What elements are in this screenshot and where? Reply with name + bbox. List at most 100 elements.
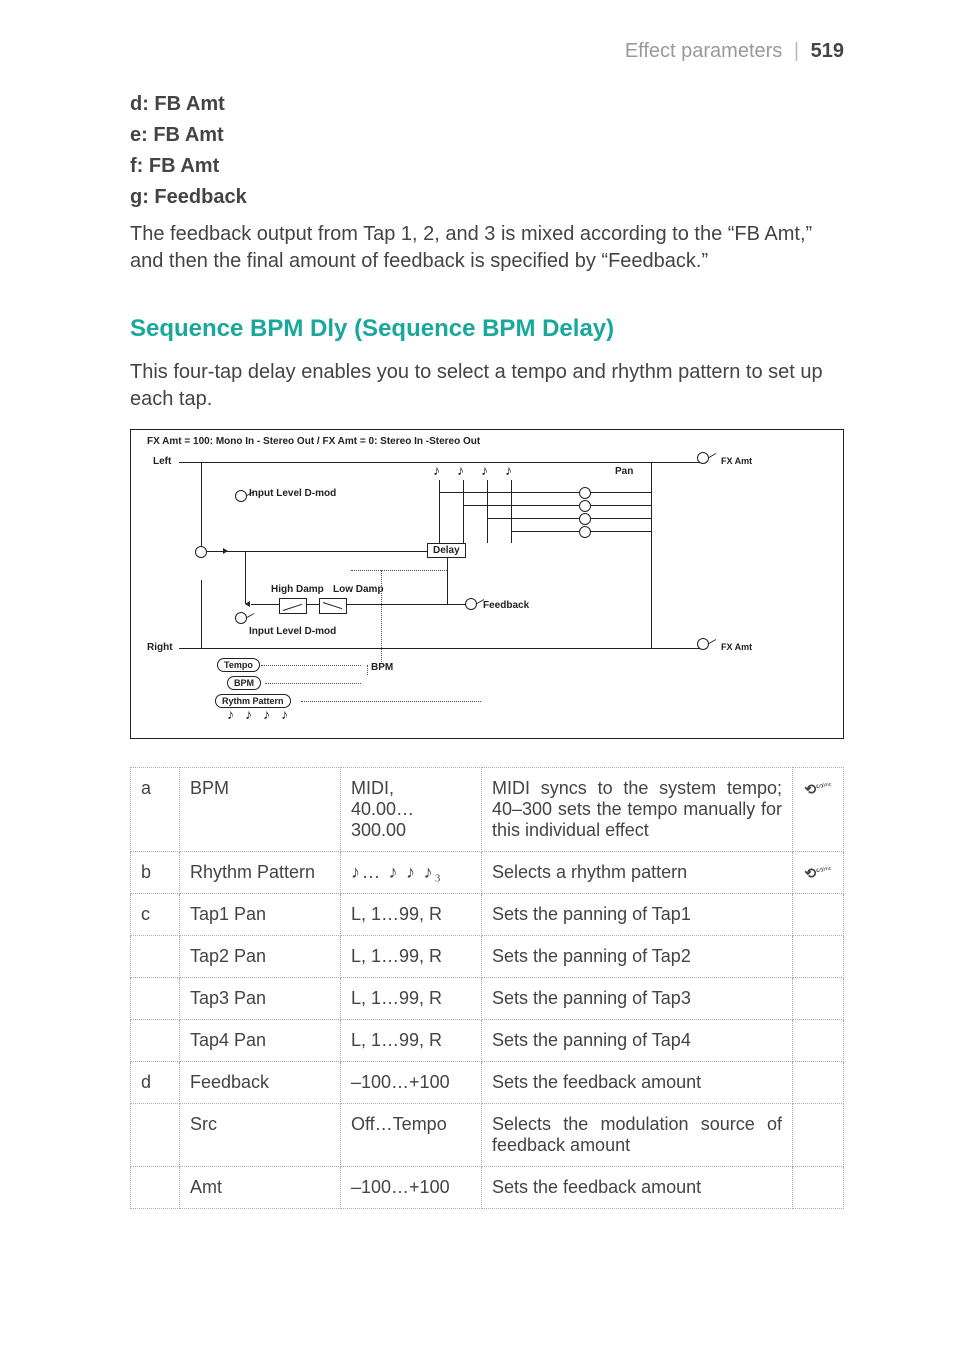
pan-knob-2-icon (579, 500, 591, 512)
tempo-sync-icon (804, 781, 831, 798)
table-row: aBPMMIDI,40.00…300.00MIDI syncs to the s… (131, 768, 844, 852)
row-desc: MIDI syncs to the system tempo; 40–300 s… (482, 768, 793, 852)
left-label: Left (153, 456, 171, 467)
section-paragraph: This four-tap delay enables you to selec… (130, 359, 844, 413)
row-icon-cell (793, 978, 844, 1020)
input-level-label-2: Input Level D-mod (249, 626, 336, 637)
header-separator: | (794, 40, 799, 62)
row-name: Amt (180, 1167, 341, 1209)
tempo-sync-icon (804, 865, 831, 882)
row-range: L, 1…99, R (341, 936, 482, 978)
high-damp-shape-icon (279, 598, 307, 614)
row-desc: Selects the modulation source of feedbac… (482, 1104, 793, 1167)
note-3-icon: ♪ (481, 464, 488, 480)
bpm-pill: BPM (227, 676, 261, 690)
input-level-label-1: Input Level D-mod (249, 488, 336, 499)
row-desc: Sets the panning of Tap2 (482, 936, 793, 978)
note-1-icon: ♪ (433, 464, 440, 480)
table-row: Amt–100…+100Sets the feedback amount (131, 1167, 844, 1209)
feedback-knob-icon (465, 598, 477, 610)
row-range: L, 1…99, R (341, 978, 482, 1020)
section-name: Effect parameters (625, 40, 782, 62)
rhythm-pill: Rythm Pattern (215, 694, 291, 708)
row-range: –100…+100 (341, 1062, 482, 1104)
input-level-knob-icon-2 (235, 612, 247, 624)
signal-flow-diagram: FX Amt = 100: Mono In - Stereo Out / FX … (130, 429, 844, 739)
row-icon-cell (793, 1062, 844, 1104)
row-name: Src (180, 1104, 341, 1167)
table-row: Tap2 PanL, 1…99, RSets the panning of Ta… (131, 936, 844, 978)
table-row: cTap1 PanL, 1…99, RSets the panning of T… (131, 894, 844, 936)
row-desc: Sets the feedback amount (482, 1167, 793, 1209)
note-2-icon: ♪ (457, 464, 464, 480)
row-letter: c (131, 894, 180, 936)
param-heading-e: e: FB Amt (130, 124, 844, 147)
right-label: Right (147, 642, 173, 653)
row-letter: b (131, 852, 180, 894)
row-name: Feedback (180, 1062, 341, 1104)
row-letter (131, 1104, 180, 1167)
page-number: 519 (811, 40, 844, 62)
param-heading-d: d: FB Amt (130, 93, 844, 116)
param-heading-f: f: FB Amt (130, 155, 844, 178)
row-range: –100…+100 (341, 1167, 482, 1209)
fx-amt-knob-top-icon (697, 452, 709, 464)
pan-knob-3-icon (579, 513, 591, 525)
row-name: BPM (180, 768, 341, 852)
row-icon-cell (793, 936, 844, 978)
sum-node-icon (195, 546, 207, 558)
feedback-label: Feedback (483, 600, 529, 611)
table-row: SrcOff…TempoSelects the modulation sourc… (131, 1104, 844, 1167)
row-desc: Sets the panning of Tap1 (482, 894, 793, 936)
row-letter (131, 1167, 180, 1209)
fx-amt-label-bottom: FX Amt (721, 642, 752, 652)
row-range: L, 1…99, R (341, 1020, 482, 1062)
row-icon-cell (793, 1167, 844, 1209)
row-letter: a (131, 768, 180, 852)
section-title: Sequence BPM Dly (Sequence BPM Delay) (130, 315, 844, 343)
row-letter (131, 1020, 180, 1062)
row-letter: d (131, 1062, 180, 1104)
row-range: L, 1…99, R (341, 894, 482, 936)
table-row: Tap4 PanL, 1…99, RSets the panning of Ta… (131, 1020, 844, 1062)
low-damp-label: Low Damp (333, 584, 384, 595)
row-letter (131, 936, 180, 978)
row-icon-cell (793, 852, 844, 894)
row-icon-cell (793, 1104, 844, 1167)
fx-amt-knob-bottom-icon (697, 638, 709, 650)
pan-knob-1-icon (579, 487, 591, 499)
rhythm-note-3-icon: ♪ (263, 708, 270, 724)
table-row: Tap3 PanL, 1…99, RSets the panning of Ta… (131, 978, 844, 1020)
row-desc: Sets the feedback amount (482, 1062, 793, 1104)
delay-box: Delay (427, 543, 466, 558)
rhythm-range-notes: ♪… ♪ ♪ ♪₃ (351, 862, 443, 882)
fx-amt-label-top: FX Amt (721, 456, 752, 466)
row-desc: Selects a rhythm pattern (482, 852, 793, 894)
input-level-knob-icon (235, 490, 247, 502)
row-desc: Sets the panning of Tap4 (482, 1020, 793, 1062)
row-icon-cell (793, 1020, 844, 1062)
row-name: Rhythm Pattern (180, 852, 341, 894)
table-row: bRhythm Pattern ♪… ♪ ♪ ♪₃ Selects a rhythm… (131, 852, 844, 894)
intro-paragraph: The feedback output from Tap 1, 2, and 3… (130, 221, 844, 275)
row-icon-cell (793, 894, 844, 936)
row-name: Tap3 Pan (180, 978, 341, 1020)
row-desc: Sets the panning of Tap3 (482, 978, 793, 1020)
page-header: Effect parameters | 519 (130, 40, 844, 63)
table-row: dFeedback–100…+100Sets the feedback amou… (131, 1062, 844, 1104)
row-range: ♪… ♪ ♪ ♪₃ (341, 852, 482, 894)
bpm-text: BPM (371, 662, 393, 673)
rhythm-note-2-icon: ♪ (245, 708, 252, 724)
row-name: Tap1 Pan (180, 894, 341, 936)
row-icon-cell (793, 768, 844, 852)
row-range: Off…Tempo (341, 1104, 482, 1167)
high-damp-label: High Damp (271, 584, 324, 595)
param-heading-g: g: Feedback (130, 186, 844, 209)
row-name: Tap4 Pan (180, 1020, 341, 1062)
parameter-table: aBPMMIDI,40.00…300.00MIDI syncs to the s… (130, 767, 844, 1209)
rhythm-note-4-icon: ♪ (281, 708, 288, 724)
row-letter (131, 978, 180, 1020)
pan-label: Pan (615, 466, 633, 477)
row-range: MIDI,40.00…300.00 (341, 768, 482, 852)
row-name: Tap2 Pan (180, 936, 341, 978)
